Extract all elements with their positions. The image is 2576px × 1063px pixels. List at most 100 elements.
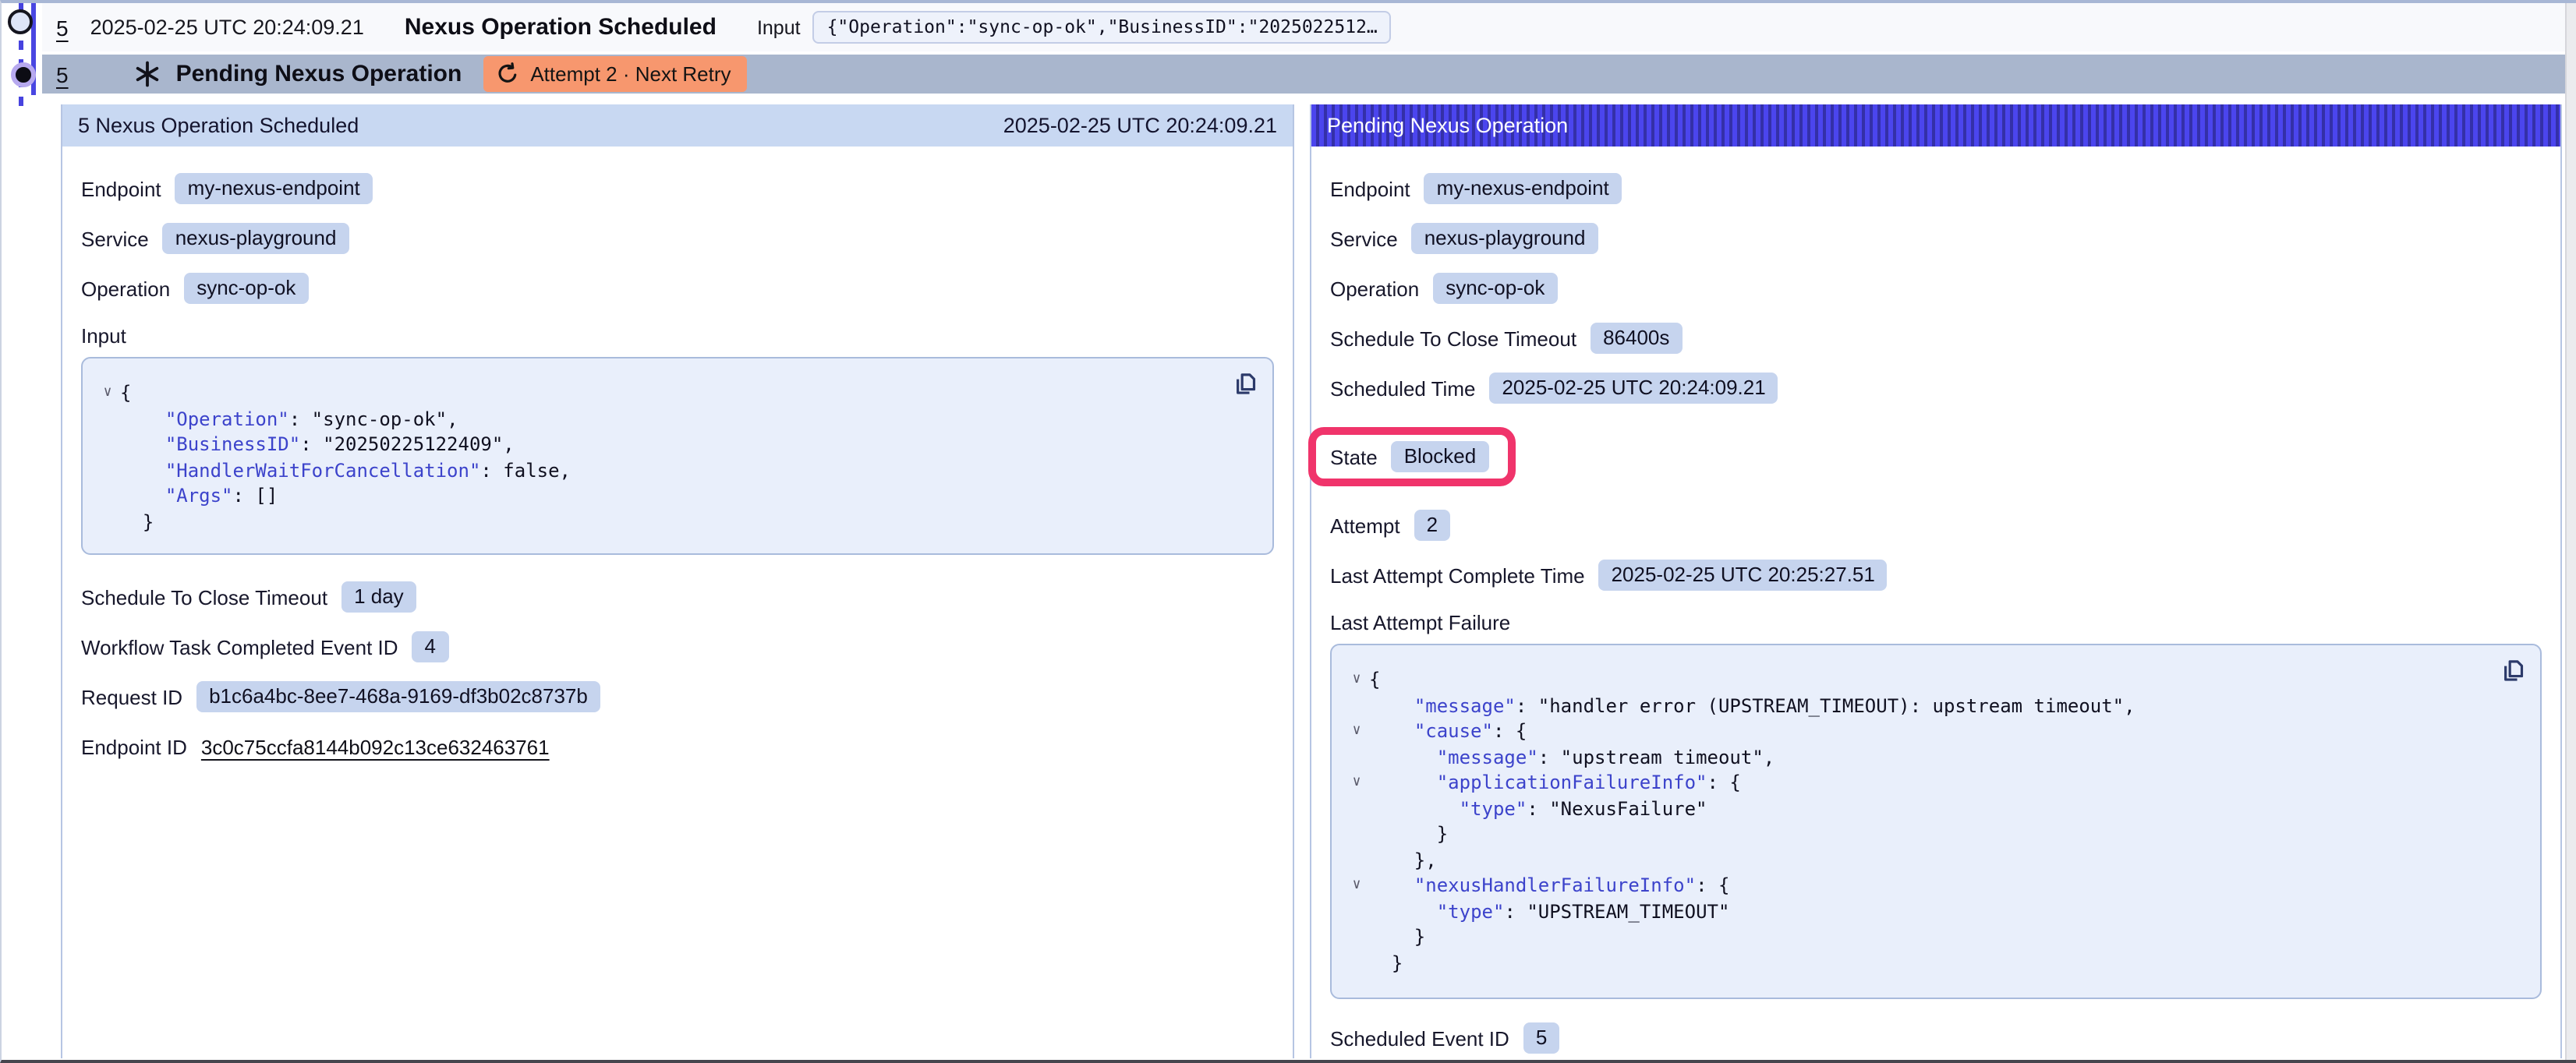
field-attempt: Attempt 2 bbox=[1330, 508, 2542, 542]
code-gutter bbox=[1344, 924, 1369, 950]
field-scheduled-event-id-value: 5 bbox=[1523, 1022, 1559, 1054]
pending-operation-detail-panel: Pending Nexus Operation Endpoint my-nexu… bbox=[1310, 104, 2562, 1058]
field-endpoint-id-label: Endpoint ID bbox=[81, 735, 187, 758]
code-line: "HandlerWaitForCancellation": false, bbox=[120, 457, 571, 483]
copy-icon[interactable] bbox=[1232, 371, 1258, 397]
field-pending-endpoint-value: my-nexus-endpoint bbox=[1424, 173, 1622, 204]
field-workflow-task-completed-event-id: Workflow Task Completed Event ID 4 bbox=[81, 630, 1274, 664]
input-json-viewer: ∨{ "Operation": "sync-op-ok", "BusinessI… bbox=[81, 357, 1274, 555]
code-gutter bbox=[95, 432, 120, 457]
code-line: "type": "NexusFailure" bbox=[1369, 796, 1707, 821]
field-last-attempt-complete-time-label: Last Attempt Complete Time bbox=[1330, 563, 1585, 587]
event-id-link[interactable]: 5 bbox=[56, 15, 69, 40]
endpoint-id-link[interactable]: 3c0c75ccfa8144b092c13ce632463761 bbox=[201, 735, 550, 758]
field-pending-schedule-to-close-timeout-value: 86400s bbox=[1591, 323, 1682, 354]
code-gutter bbox=[95, 457, 120, 483]
collapse-chevron-icon[interactable]: ∨ bbox=[95, 380, 120, 406]
app-stage: 5 2025-02-25 UTC 20:24:09.21 Nexus Opera… bbox=[0, 0, 2576, 1063]
scheduled-panel-timestamp: 2025-02-25 UTC 20:24:09.21 bbox=[1003, 114, 1277, 137]
field-endpoint: Endpoint my-nexus-endpoint bbox=[81, 171, 1274, 206]
pending-panel-header: Pending Nexus Operation bbox=[1311, 104, 2560, 147]
pending-event-id-link[interactable]: 5 bbox=[56, 62, 69, 87]
field-service-value: nexus-playground bbox=[163, 223, 349, 254]
pending-row-title: Pending Nexus Operation bbox=[176, 61, 462, 87]
scheduled-panel-body: Endpoint my-nexus-endpoint Service nexus… bbox=[62, 147, 1293, 792]
field-scheduled-time: Scheduled Time 2025-02-25 UTC 20:24:09.2… bbox=[1330, 371, 2542, 405]
code-line: "applicationFailureInfo": { bbox=[1369, 770, 1741, 796]
code-line: { bbox=[1369, 667, 1380, 693]
retry-icon bbox=[496, 62, 519, 86]
code-gutter bbox=[95, 406, 120, 432]
field-request-id: Request ID b1c6a4bc-8ee7-468a-9169-df3b0… bbox=[81, 680, 1274, 714]
field-schedule-to-close-timeout: Schedule To Close Timeout 1 day bbox=[81, 580, 1274, 614]
field-pending-endpoint-label: Endpoint bbox=[1330, 177, 1410, 200]
code-line: } bbox=[120, 509, 154, 535]
code-line: }, bbox=[1369, 847, 1437, 873]
field-pending-endpoint: Endpoint my-nexus-endpoint bbox=[1330, 171, 2542, 206]
scheduled-event-detail-panel: 5 Nexus Operation Scheduled 2025-02-25 U… bbox=[61, 104, 1294, 1058]
field-schedule-to-close-timeout-value: 1 day bbox=[341, 581, 416, 613]
code-line: "message": "upstream timeout", bbox=[1369, 744, 1775, 770]
field-last-attempt-complete-time: Last Attempt Complete Time 2025-02-25 UT… bbox=[1330, 558, 2542, 592]
code-gutter bbox=[1344, 821, 1369, 847]
field-pending-service-label: Service bbox=[1330, 227, 1398, 250]
event-timestamp: 2025-02-25 UTC 20:24:09.21 bbox=[90, 16, 364, 39]
collapse-chevron-icon[interactable]: ∨ bbox=[1344, 667, 1369, 693]
event-input-label: Input bbox=[757, 16, 801, 38]
field-service: Service nexus-playground bbox=[81, 221, 1274, 256]
field-attempt-label: Attempt bbox=[1330, 514, 1400, 537]
field-endpoint-label: Endpoint bbox=[81, 177, 161, 200]
pending-panel-body: Endpoint my-nexus-endpoint Service nexus… bbox=[1311, 147, 2560, 1063]
field-operation-label: Operation bbox=[81, 277, 170, 300]
last-attempt-failure-label: Last Attempt Failure bbox=[1330, 611, 2542, 634]
code-gutter bbox=[1344, 847, 1369, 873]
code-gutter bbox=[1344, 950, 1369, 976]
pending-panel-title: Pending Nexus Operation bbox=[1327, 114, 1568, 137]
code-line: "type": "UPSTREAM_TIMEOUT" bbox=[1369, 899, 1729, 924]
code-line: } bbox=[1369, 924, 1425, 950]
field-last-attempt-complete-time-value: 2025-02-25 UTC 20:25:27.51 bbox=[1599, 560, 1888, 591]
field-scheduled-event-id-label: Scheduled Event ID bbox=[1330, 1026, 1509, 1050]
code-line: "Args": [] bbox=[120, 483, 278, 509]
field-request-id-value: b1c6a4bc-8ee7-468a-9169-df3b02c8737b bbox=[196, 681, 600, 712]
input-section-label: Input bbox=[81, 324, 1274, 348]
scheduled-panel-header: 5 Nexus Operation Scheduled 2025-02-25 U… bbox=[62, 104, 1293, 147]
code-line: "BusinessID": "20250225122409", bbox=[120, 432, 515, 457]
field-pending-service: Service nexus-playground bbox=[1330, 221, 2542, 256]
field-pending-schedule-to-close-timeout: Schedule To Close Timeout 86400s bbox=[1330, 321, 2542, 355]
event-open-circle-marker bbox=[8, 9, 33, 34]
pending-filled-circle-marker bbox=[11, 62, 36, 87]
code-gutter bbox=[95, 483, 120, 509]
workflow-history-frame: 5 2025-02-25 UTC 20:24:09.21 Nexus Opera… bbox=[0, 0, 2576, 1063]
collapse-chevron-icon[interactable]: ∨ bbox=[1344, 719, 1369, 744]
event-row-nexus-operation-scheduled[interactable]: 5 2025-02-25 UTC 20:24:09.21 Nexus Opera… bbox=[42, 3, 2567, 51]
collapse-chevron-icon[interactable]: ∨ bbox=[1344, 873, 1369, 899]
code-line: "cause": { bbox=[1369, 719, 1527, 744]
field-schedule-to-close-timeout-label: Schedule To Close Timeout bbox=[81, 585, 327, 609]
state-highlight-annotation: State Blocked bbox=[1308, 427, 1515, 486]
code-gutter bbox=[1344, 796, 1369, 821]
field-scheduled-time-value: 2025-02-25 UTC 20:24:09.21 bbox=[1489, 373, 1778, 404]
field-pending-operation: Operation sync-op-ok bbox=[1330, 271, 2542, 305]
code-gutter bbox=[1344, 693, 1369, 719]
field-attempt-value: 2 bbox=[1414, 510, 1450, 541]
copy-icon[interactable] bbox=[2500, 658, 2526, 684]
field-operation: Operation sync-op-ok bbox=[81, 271, 1274, 305]
collapse-chevron-icon[interactable]: ∨ bbox=[1344, 770, 1369, 796]
pending-nexus-operation-row[interactable]: 5 Pending Nexus Operation bbox=[42, 55, 2567, 94]
code-line: "Operation": "sync-op-ok", bbox=[120, 406, 458, 432]
code-line: { bbox=[120, 380, 131, 406]
field-workflow-task-completed-event-id-label: Workflow Task Completed Event ID bbox=[81, 635, 398, 659]
code-line: "nexusHandlerFailureInfo": { bbox=[1369, 873, 1729, 899]
event-input-preview-chip[interactable]: {"Operation":"sync-op-ok","BusinessID":"… bbox=[813, 11, 1392, 44]
retry-attempt-badge: Attempt 2 · Next Retry bbox=[483, 56, 746, 92]
field-pending-service-value: nexus-playground bbox=[1412, 223, 1598, 254]
code-gutter bbox=[1344, 899, 1369, 924]
field-scheduled-event-id: Scheduled Event ID 5 bbox=[1330, 1021, 2542, 1055]
vertical-scrollbar[interactable] bbox=[2565, 3, 2576, 1060]
code-gutter bbox=[95, 509, 120, 535]
field-endpoint-value: my-nexus-endpoint bbox=[175, 173, 373, 204]
field-endpoint-id: Endpoint ID 3c0c75ccfa8144b092c13ce63246… bbox=[81, 729, 1274, 764]
code-line: } bbox=[1369, 821, 1448, 847]
asterisk-icon bbox=[134, 61, 161, 87]
